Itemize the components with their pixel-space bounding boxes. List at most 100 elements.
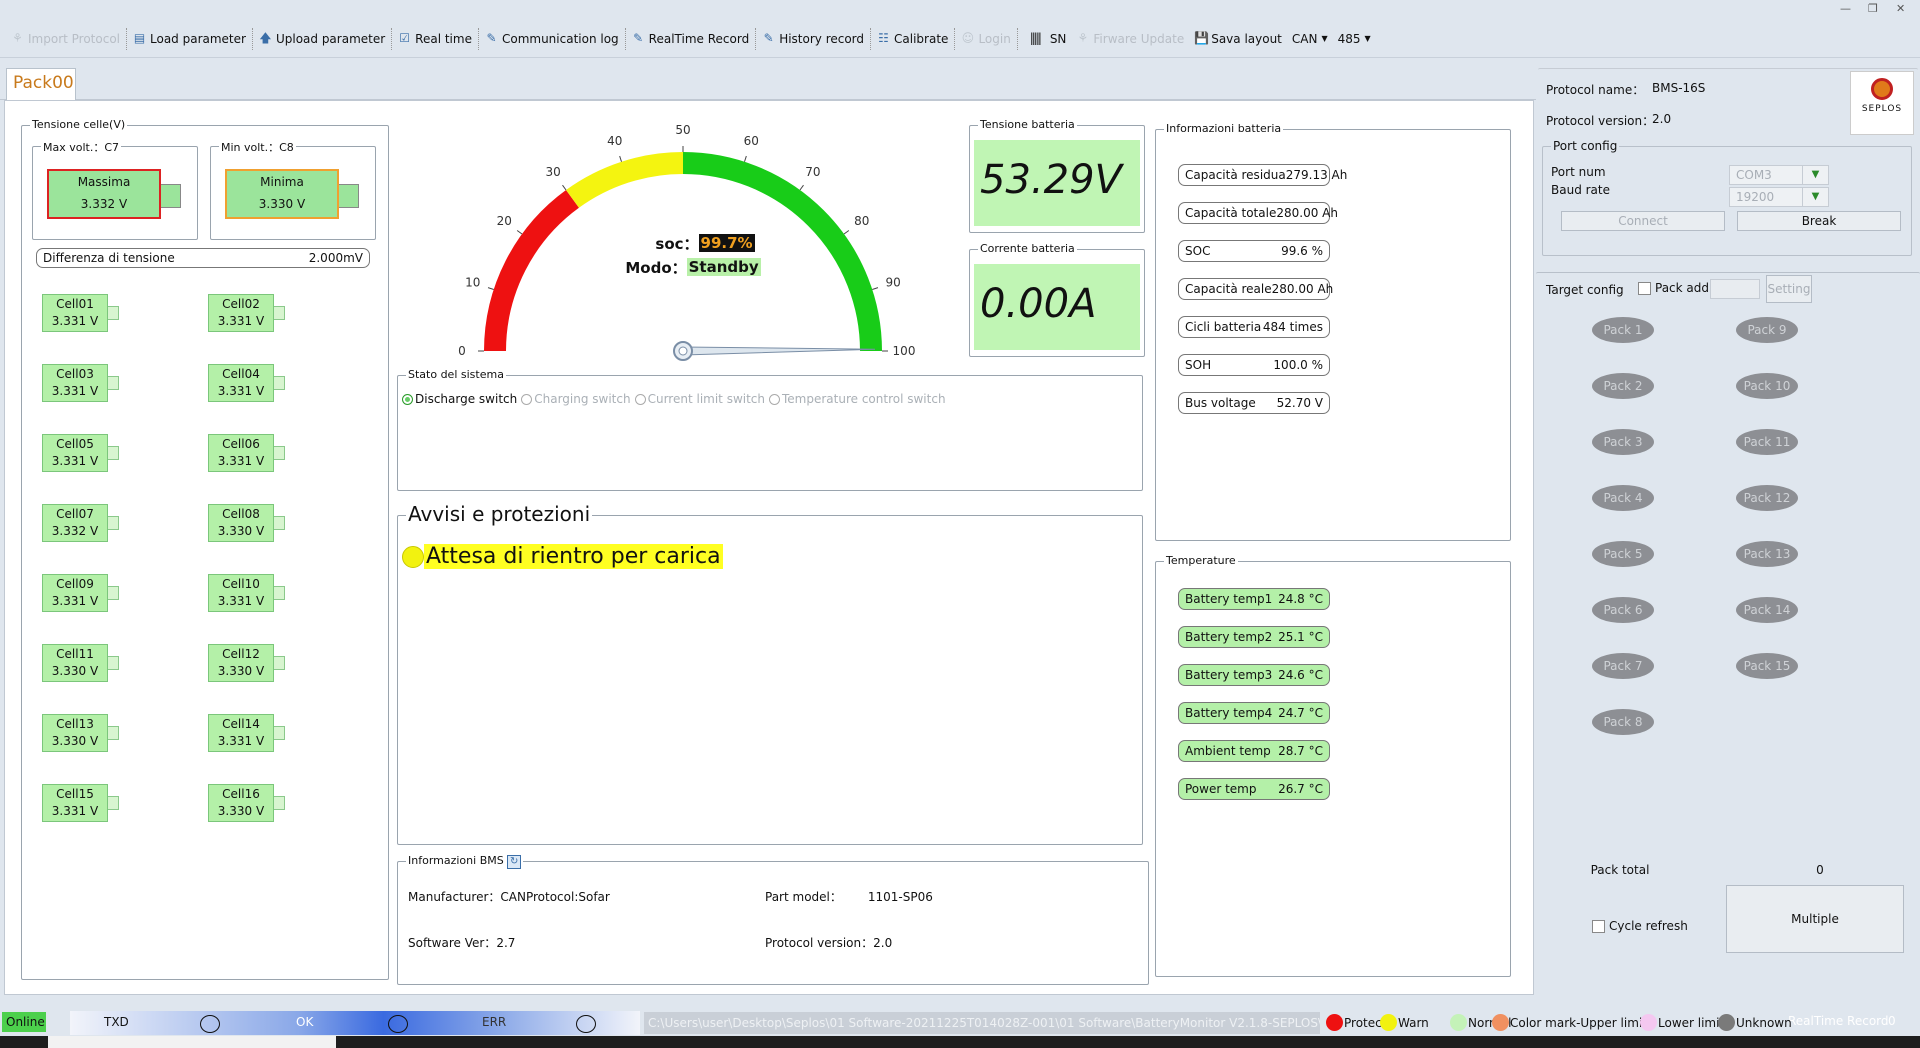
battery-info-group: Informazioni batteria Capacità residua 27… (1155, 122, 1511, 541)
close-icon[interactable]: ✕ (1896, 2, 1905, 15)
load-parameter-button[interactable]: ▤ Load parameter (128, 26, 251, 52)
setting-button[interactable]: Setting (1766, 275, 1812, 303)
legend-item: Lower limit (1640, 1014, 1724, 1031)
communication-log-button[interactable]: ✎ Communication log (480, 26, 624, 52)
connect-button[interactable]: Connect (1561, 211, 1725, 231)
calibrate-button[interactable]: ☷ Calibrate (872, 26, 953, 52)
multiple-button[interactable]: Multiple (1726, 885, 1904, 953)
port-num-select[interactable]: COM3 ▼ (1729, 165, 1829, 185)
cell-name: Cell03 (56, 367, 94, 381)
cycle-refresh-checkbox[interactable]: Cycle refresh (1592, 919, 1688, 933)
history-icon: ✎ (763, 31, 774, 45)
pack-total-value: 0 (1816, 863, 1824, 877)
gauge-tick-label: 70 (805, 165, 820, 179)
gauge-tick-label: 60 (744, 134, 759, 148)
login-button[interactable]: ☺ Login (956, 26, 1015, 52)
mode-label: Modo： (625, 258, 687, 277)
minimize-icon[interactable]: — (1840, 2, 1851, 15)
logo-mark-icon (1871, 78, 1893, 100)
cell-name: Cell16 (222, 787, 260, 801)
pack-button[interactable]: Pack 5 (1592, 541, 1654, 567)
protocol-name-label: Protocol name： (1546, 83, 1645, 97)
pack-button[interactable]: Pack 6 (1592, 597, 1654, 623)
legend-dot-icon (1326, 1014, 1343, 1031)
cell-battery: Cell01 3.331 V (42, 294, 119, 332)
pack-button[interactable]: Pack 1 (1592, 317, 1654, 343)
save-layout-button[interactable]: 💾 Sava layout (1189, 26, 1287, 52)
pack-button[interactable]: Pack 13 (1736, 541, 1798, 567)
tab-pack00[interactable]: Pack00 (6, 68, 76, 100)
gauge-tick-label: 0 (458, 344, 466, 358)
cell-battery: Cell11 3.330 V (42, 644, 119, 682)
can-dropdown[interactable]: CAN ▼ (1287, 26, 1333, 52)
pack-addr-input[interactable] (1710, 279, 1760, 299)
gauge-tick-label: 80 (854, 214, 869, 228)
pack-button[interactable]: Pack 8 (1592, 709, 1654, 735)
legend-item: Protect (1326, 1014, 1386, 1031)
pack-button[interactable]: Pack 10 (1736, 373, 1798, 399)
cell-battery: Cell14 3.331 V (208, 714, 285, 752)
protocol-info: Protocol name： BMS-16S Protocol version：… (1538, 68, 1918, 135)
toolbar-separator (624, 27, 626, 50)
seplos-logo: SEPLOS (1850, 71, 1914, 135)
cell-battery: Cell03 3.331 V (42, 364, 119, 402)
baud-rate-select[interactable]: 19200 ▼ (1729, 187, 1829, 207)
battery-current-box: Corrente batteria 0.00A (969, 242, 1145, 357)
cell-name: Cell12 (222, 647, 260, 661)
break-button[interactable]: Break (1737, 211, 1901, 231)
pack-button[interactable]: Pack 3 (1592, 429, 1654, 455)
upload-arrow-icon: 🡅 (259, 31, 272, 45)
gauge-tick (619, 155, 622, 162)
refresh-icon[interactable]: ↻ (507, 855, 522, 869)
max-label: Massima (77, 175, 131, 189)
pack-button[interactable]: Pack 4 (1592, 485, 1654, 511)
min-label: Minima (260, 175, 304, 189)
gauge-tick (799, 184, 804, 191)
min-volt-box: Min volt.：C8 Minima 3.330 V (210, 139, 376, 240)
temperature-field: Ambient temp 28.7 °C (1178, 740, 1330, 762)
pack-button[interactable]: Pack 7 (1592, 653, 1654, 679)
err-label: ERR (482, 1015, 507, 1029)
cell-value: 3.330 V (51, 664, 99, 678)
max-value: 3.332 V (80, 197, 128, 211)
real-time-button[interactable]: ☑ Real time (393, 26, 477, 52)
cell-value: 3.330 V (51, 734, 99, 748)
restore-icon[interactable]: ❐ (1868, 2, 1878, 15)
history-record-button[interactable]: ✎ History record (757, 26, 869, 52)
battery-info-field: SOH 100.0 % (1178, 354, 1330, 376)
upload-parameter-button[interactable]: 🡅 Upload parameter (254, 26, 390, 52)
cell-battery: Cell13 3.330 V (42, 714, 119, 752)
ok-label: OK (296, 1015, 314, 1029)
cell-battery: Cell06 3.331 V (208, 434, 285, 472)
manufacturer-row: Manufacturer：CANProtocol:Sofar (408, 890, 610, 904)
cell-value: 3.331 V (217, 454, 265, 468)
protocol-version-label: Protocol version： (1546, 114, 1655, 128)
barcode-icon: ||||| (1029, 31, 1042, 45)
pack-button[interactable]: Pack 11 (1736, 429, 1798, 455)
pack-button[interactable]: Pack 15 (1736, 653, 1798, 679)
cell-battery: Cell07 3.332 V (42, 504, 119, 542)
battery-info-field: Cicli batteria 484 times (1178, 316, 1330, 338)
import-protocol-button[interactable]: ⚘ Import Protocol (6, 26, 125, 52)
realtime-record-button[interactable]: ✎ RealTime Record (627, 26, 755, 52)
sn-button[interactable]: ||||| SN (1019, 26, 1072, 52)
pack-button[interactable]: Pack 2 (1592, 373, 1654, 399)
cell-battery: Cell10 3.331 V (208, 574, 285, 612)
cell-battery: Cell08 3.330 V (208, 504, 285, 542)
pack-addr-checkbox[interactable]: Pack addr (1638, 281, 1714, 295)
switch-radio: Discharge switch (402, 392, 517, 406)
gauge-tick (562, 184, 567, 191)
target-config-title: Target config (1546, 283, 1624, 297)
rs485-dropdown[interactable]: 485 ▼ (1333, 26, 1376, 52)
mode-value: Standby (686, 258, 761, 276)
pack-button[interactable]: Pack 14 (1736, 597, 1798, 623)
cell-battery: Cell05 3.331 V (42, 434, 119, 472)
pack-button[interactable]: Pack 12 (1736, 485, 1798, 511)
cell-value: 3.331 V (217, 384, 265, 398)
gauge-tick-label: 50 (675, 123, 690, 137)
cell-value: 3.331 V (217, 594, 265, 608)
firmware-update-button[interactable]: ⚘ Firware Update (1071, 26, 1189, 52)
toolbar-separator (870, 27, 872, 50)
pack-button[interactable]: Pack 9 (1736, 317, 1798, 343)
chevron-down-icon: ▼ (1802, 188, 1828, 206)
